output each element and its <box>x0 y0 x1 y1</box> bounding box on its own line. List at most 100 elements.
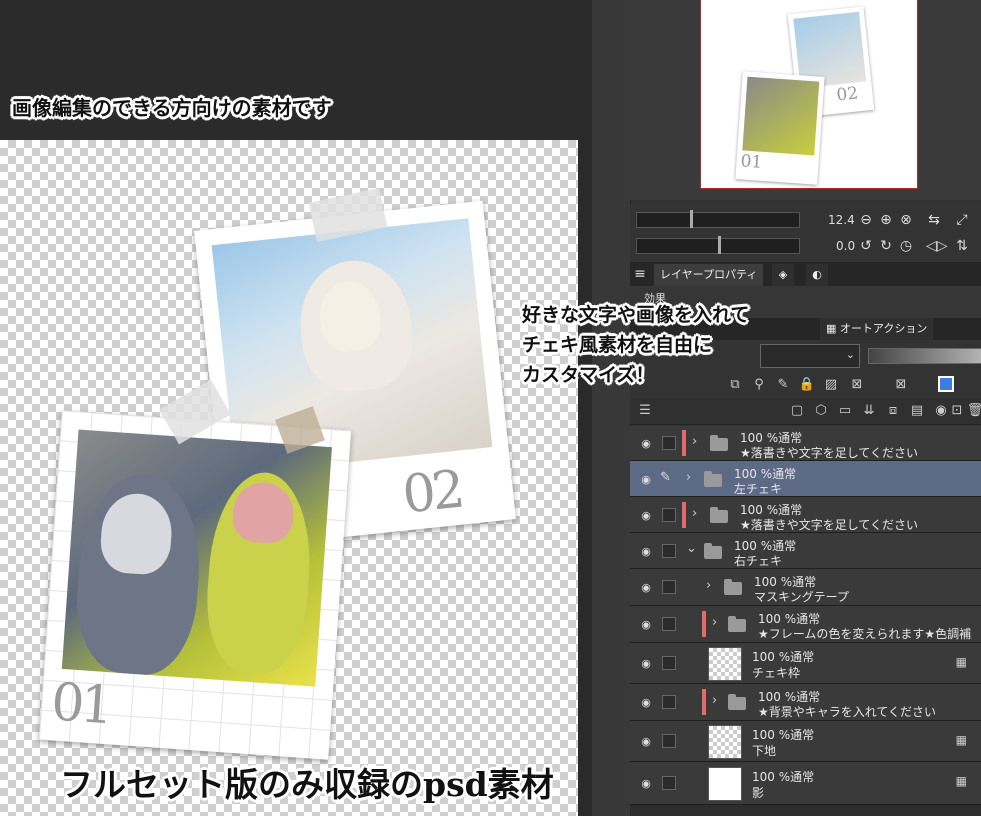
layer-row[interactable]: ◉ › 100 %通常 マスキングテープ <box>630 569 981 606</box>
rotate-value: 0.0 <box>836 239 856 253</box>
new-folder-icon[interactable]: ▭ <box>836 402 854 420</box>
chevron-right-icon[interactable]: › <box>712 693 717 708</box>
eye-icon[interactable]: ◉ <box>638 618 654 631</box>
eye-icon[interactable]: ◉ <box>638 777 654 790</box>
eye-icon[interactable]: ◉ <box>638 473 654 486</box>
eye-icon[interactable]: ◉ <box>638 545 654 558</box>
new-raster-layer-icon[interactable]: ▢ <box>788 402 806 420</box>
combine-icon[interactable]: ⧈ <box>884 402 902 420</box>
layer-color-icon[interactable] <box>934 376 958 394</box>
chevron-down-icon: ⌄ <box>845 348 855 361</box>
raster-icon: ▦ <box>955 655 967 669</box>
new-vector-layer-icon[interactable]: ⬡ <box>812 402 830 420</box>
lock-transparent-icon[interactable]: ▨ <box>822 376 840 394</box>
layer-name: ★フレームの色を変えられます★色調補正で色 <box>758 627 972 641</box>
eye-icon[interactable]: ◉ <box>638 735 654 748</box>
fit-icon[interactable]: ⊗ <box>898 212 914 228</box>
eye-icon[interactable]: ◉ <box>638 581 654 594</box>
layer-list-icon[interactable]: ☰ <box>636 402 654 420</box>
navigator-panel[interactable]: 02 01 <box>630 0 981 200</box>
card-02-number: 02 <box>399 459 464 526</box>
camera-icon[interactable]: ⊡ <box>948 402 966 420</box>
layer-row[interactable]: ◉ › 100 %通常 ★背景やキャラを入れてください <box>630 684 981 721</box>
mask-icon[interactable]: ⊠ <box>848 376 866 394</box>
folder-icon <box>710 507 728 523</box>
eye-icon[interactable]: ◉ <box>638 437 654 450</box>
layer-row[interactable]: ◉ 100 %通常 影 ▦ <box>630 762 981 805</box>
opacity-slider[interactable] <box>868 348 981 364</box>
layer-name: 右チェキ <box>734 554 783 568</box>
flip-icon[interactable]: ◁▷ <box>926 238 948 254</box>
panel-divider <box>592 0 631 816</box>
property-tab-bar: ≡ レイヤープロパティ ◈ ◐ <box>630 262 981 286</box>
layer-checkbox[interactable] <box>662 436 676 450</box>
layer-checkbox[interactable] <box>662 580 676 594</box>
tab-auto-action-label: オートアクション <box>839 322 928 335</box>
layer-checkbox[interactable] <box>662 617 676 631</box>
flip-horizontal-icon[interactable]: ⇆ <box>926 212 942 228</box>
navigator-controls: 12.4 ⊖ ⊕ ⊗ ⇆ ⤢ 0.0 ↺ ↻ ◷ ◁▷ ⇅ <box>630 204 981 264</box>
layer-checkbox[interactable] <box>662 695 676 709</box>
rotate-right-icon[interactable]: ↻ <box>878 238 894 254</box>
navigator-preview[interactable]: 02 01 <box>700 0 918 189</box>
folder-icon <box>728 616 746 632</box>
chevron-right-icon[interactable]: › <box>692 506 697 521</box>
side-panel: 02 01 12.4 ⊖ ⊕ ⊗ ⇆ ⤢ 0.0 ↺ ↻ ◷ ◁▷ ⇅ ≡ レイ… <box>578 0 981 816</box>
reset-rotation-icon[interactable]: ◷ <box>898 238 914 254</box>
pen-icon[interactable]: ✎ <box>660 470 671 485</box>
mini-card-02-number: 02 <box>835 83 860 106</box>
tab-layer-property[interactable]: レイヤープロパティ <box>654 264 764 286</box>
layer-row[interactable]: ◉ › 100 %通常 ★落書きや文字を足してください <box>630 426 981 461</box>
auto-action-icon: ▦ <box>826 322 840 335</box>
tab-auto-action[interactable]: ▦ オートアクション <box>820 318 934 340</box>
layer-checkbox[interactable] <box>662 734 676 748</box>
menu-icon[interactable]: ≡ <box>632 266 648 282</box>
flip-vertical-icon[interactable]: ⇅ <box>954 238 970 254</box>
chevron-right-icon[interactable]: › <box>686 470 691 485</box>
top-caption: 画像編集のできる方向けの素材です <box>12 96 332 120</box>
layer-checkbox[interactable] <box>662 508 676 522</box>
layer-thumbnail <box>708 647 742 681</box>
layer-row[interactable]: ◉ › 100 %通常 ★フレームの色を変えられます★色調補正で色 <box>630 606 981 643</box>
chevron-right-icon[interactable]: › <box>706 578 711 593</box>
middle-caption-line: カスタマイズ！ <box>522 364 655 386</box>
rotate-slider-thumb[interactable] <box>718 236 721 254</box>
layer-checkbox[interactable] <box>662 656 676 670</box>
folder-icon <box>728 694 746 710</box>
folder-open-icon <box>704 543 722 559</box>
layer-row[interactable]: ◉ 100 %通常 チェキ枠 ▦ <box>630 643 981 684</box>
zoom-in-icon[interactable]: ⊕ <box>878 212 894 228</box>
layer-row[interactable]: ◉ 100 %通常 下地 ▦ <box>630 721 981 762</box>
trash-icon[interactable]: 🗑 <box>966 402 981 420</box>
fill-icon[interactable]: ▤ <box>908 402 926 420</box>
color-swatch <box>938 376 954 392</box>
layer-row[interactable]: ◉ ⌄ 100 %通常 右チェキ <box>630 533 981 569</box>
zoom-slider-thumb[interactable] <box>690 210 693 228</box>
layer-row-selected[interactable]: ◉ ✎ › 100 %通常 左チェキ <box>630 461 981 497</box>
layer-row[interactable]: ◉ › 100 %通常 ★落書きや文字を足してください <box>630 497 981 533</box>
zoom-slider[interactable] <box>636 212 800 228</box>
chevron-down-icon[interactable]: ⌄ <box>686 541 697 556</box>
actual-size-icon[interactable]: ⤢ <box>954 212 970 228</box>
card-01-number: 01 <box>49 672 112 737</box>
mask-display-icon[interactable]: ⊠ <box>892 376 910 394</box>
eye-icon[interactable]: ◉ <box>638 696 654 709</box>
tab-sub-tool[interactable]: ◐ <box>806 264 828 286</box>
layer-color-tag <box>702 689 706 715</box>
canvas-area[interactable]: 画像編集のできる方向けの素材です 02 01 フルセット版のみ収録のpsd素材 <box>0 0 578 816</box>
layer-checkbox[interactable] <box>662 776 676 790</box>
layer-checkbox[interactable] <box>662 544 676 558</box>
tab-layer-search[interactable]: ◈ <box>772 264 794 286</box>
layer-color-tag <box>682 502 686 528</box>
layer-name: ★背景やキャラを入れてください <box>758 705 937 719</box>
chevron-right-icon[interactable]: › <box>712 615 717 630</box>
eye-icon[interactable]: ◉ <box>638 509 654 522</box>
layer-mode: 100 %通常 <box>752 650 815 664</box>
scrollbar[interactable] <box>578 0 592 816</box>
eye-icon[interactable]: ◉ <box>638 657 654 670</box>
zoom-value: 12.4 <box>828 213 855 227</box>
rotate-left-icon[interactable]: ↺ <box>858 238 874 254</box>
zoom-out-icon[interactable]: ⊖ <box>858 212 874 228</box>
transfer-down-icon[interactable]: ⇊ <box>860 402 878 420</box>
chevron-right-icon[interactable]: › <box>692 434 697 449</box>
